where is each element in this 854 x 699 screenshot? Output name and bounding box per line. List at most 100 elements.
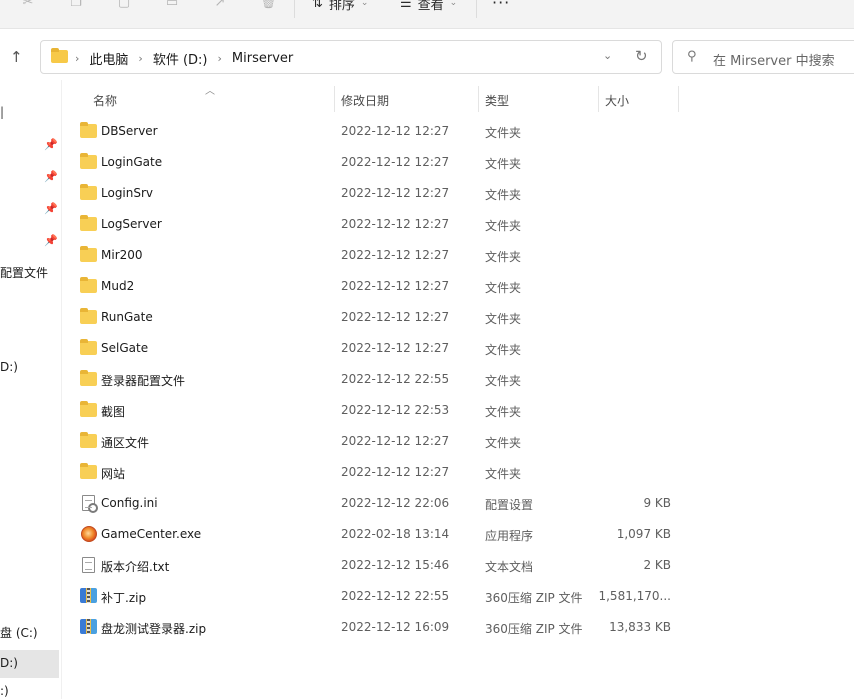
view-button[interactable]: ☰ 查看 ⌄ bbox=[400, 0, 458, 13]
file-name: SelGate bbox=[101, 341, 149, 355]
nav-item-selected[interactable]: D:) bbox=[0, 650, 59, 678]
column-header-type[interactable]: 类型 bbox=[485, 92, 509, 109]
file-date: 2022-12-12 12:27 bbox=[341, 248, 450, 262]
file-row[interactable]: 补丁.zip 2022-12-12 22:55 360压缩 ZIP 文件 1,581,… bbox=[62, 581, 682, 612]
folder-icon bbox=[80, 401, 97, 417]
address-dropdown-icon[interactable]: ⌄ bbox=[603, 49, 612, 62]
file-size: 13,833 KB bbox=[609, 620, 671, 634]
column-header-name[interactable]: 名称 bbox=[93, 92, 117, 109]
rename-icon[interactable]: ▭ bbox=[164, 0, 180, 10]
file-name: 版本介绍.txt bbox=[101, 560, 170, 574]
folder-icon bbox=[80, 432, 97, 448]
file-row[interactable]: 登录器配置文件 2022-12-12 22:55 文件夹 bbox=[62, 364, 682, 395]
exe-app-icon bbox=[81, 526, 97, 542]
nav-item-drive-d[interactable]: D:) bbox=[0, 360, 18, 374]
nav-item-cut[interactable]: | bbox=[0, 105, 4, 119]
file-size: 1,581,170... bbox=[598, 589, 671, 603]
file-date: 2022-12-12 12:27 bbox=[341, 465, 450, 479]
zip-archive-icon bbox=[80, 619, 97, 634]
folder-icon bbox=[80, 339, 97, 355]
chevron-down-icon: ⌄ bbox=[360, 0, 369, 8]
file-row[interactable]: Mir200 2022-12-12 12:27 文件夹 bbox=[62, 240, 682, 271]
file-row[interactable]: GameCenter.exe 2022-02-18 13:14 应用程序 1,097 … bbox=[62, 519, 682, 550]
paste-icon[interactable]: ▢ bbox=[116, 0, 132, 10]
file-row[interactable]: LoginGate 2022-12-12 12:27 文件夹 bbox=[62, 147, 682, 178]
file-date: 2022-12-12 22:53 bbox=[341, 403, 450, 417]
column-divider[interactable] bbox=[334, 86, 335, 112]
chevron-right-icon[interactable]: › bbox=[218, 52, 222, 65]
copy-icon[interactable]: ❐ bbox=[68, 0, 84, 10]
pin-icon[interactable]: 📌 bbox=[44, 234, 58, 247]
file-type: 应用程序 bbox=[485, 529, 534, 543]
column-header-size[interactable]: 大小 bbox=[605, 92, 629, 109]
file-row[interactable]: SelGate 2022-12-12 12:27 文件夹 bbox=[62, 333, 682, 364]
breadcrumb-mirserver[interactable]: Mirserver bbox=[232, 51, 293, 66]
delete-icon[interactable]: 🗑 bbox=[260, 0, 277, 10]
file-row[interactable]: Mud2 2022-12-12 12:27 文件夹 bbox=[62, 271, 682, 302]
toolbar-divider bbox=[294, 0, 295, 18]
file-row[interactable]: RunGate 2022-12-12 12:27 文件夹 bbox=[62, 302, 682, 333]
breadcrumb-this-pc[interactable]: 此电脑 bbox=[89, 49, 128, 68]
file-row[interactable]: LogServer 2022-12-12 12:27 文件夹 bbox=[62, 209, 682, 240]
navigation-pane: | 📌 📌 📌 📌 配置文件 D:) 盘 (C:) bbox=[0, 80, 62, 699]
up-arrow-icon[interactable]: ↑ bbox=[10, 48, 23, 66]
column-divider[interactable] bbox=[478, 86, 479, 112]
command-bar: ✂ ❐ ▢ ▭ ↗ 🗑 ⇅ 排序 ⌄ ☰ 查看 ⌄ ··· bbox=[0, 0, 854, 29]
nav-item-config-files[interactable]: 配置文件 bbox=[0, 264, 48, 281]
chevron-down-icon: ⌄ bbox=[449, 0, 458, 8]
file-row[interactable]: DBServer 2022-12-12 12:27 文件夹 bbox=[62, 116, 682, 147]
file-row[interactable]: Config.ini 2022-12-12 22:06 配置设置 9 KB bbox=[62, 488, 682, 519]
file-name: GameCenter.exe bbox=[101, 527, 202, 541]
folder-icon bbox=[80, 463, 97, 479]
file-type: 文件夹 bbox=[485, 343, 522, 357]
breadcrumb-drive-d[interactable]: 软件 (D:) bbox=[153, 49, 208, 68]
nav-item-drive-e[interactable]: :) bbox=[0, 684, 9, 698]
folder-icon bbox=[51, 48, 68, 63]
text-file-icon bbox=[82, 557, 95, 573]
file-type: 360压缩 ZIP 文件 bbox=[485, 622, 583, 636]
file-type: 文件夹 bbox=[485, 157, 522, 171]
search-icon: ⚲ bbox=[687, 49, 697, 64]
file-row[interactable]: 网站 2022-12-12 12:27 文件夹 bbox=[62, 457, 682, 488]
sort-button[interactable]: ⇅ 排序 ⌄ bbox=[312, 0, 369, 13]
breadcrumb: › 此电脑 › 软件 (D:) › Mirserver bbox=[75, 49, 293, 68]
file-type: 文件夹 bbox=[485, 312, 522, 326]
column-divider[interactable] bbox=[678, 86, 679, 112]
column-header-date[interactable]: 修改日期 bbox=[341, 92, 389, 109]
search-box[interactable]: ⚲ 在 Mirserver 中搜索 bbox=[672, 40, 854, 74]
pin-icon[interactable]: 📌 bbox=[44, 170, 58, 183]
nav-item-drive-c[interactable]: 盘 (C:) bbox=[0, 624, 38, 641]
more-options-button[interactable]: ··· bbox=[492, 0, 510, 12]
address-bar[interactable]: › 此电脑 › 软件 (D:) › Mirserver ⌄ ↻ bbox=[40, 40, 662, 74]
file-name: 网站 bbox=[101, 467, 126, 481]
folder-icon bbox=[80, 246, 97, 262]
pin-icon[interactable]: 📌 bbox=[44, 138, 58, 151]
file-date: 2022-12-12 12:27 bbox=[341, 217, 450, 231]
file-row[interactable]: 截图 2022-12-12 22:53 文件夹 bbox=[62, 395, 682, 426]
file-type: 文件夹 bbox=[485, 219, 522, 233]
refresh-icon[interactable]: ↻ bbox=[635, 47, 648, 65]
file-type: 文本文档 bbox=[485, 560, 534, 574]
file-type: 文件夹 bbox=[485, 250, 522, 264]
file-name: 登录器配置文件 bbox=[101, 374, 186, 388]
file-date: 2022-12-12 12:27 bbox=[341, 155, 450, 169]
nav-item-drive-d-selected: D:) bbox=[0, 656, 18, 670]
cut-icon[interactable]: ✂ bbox=[20, 0, 36, 10]
sort-ascending-icon: ︿ bbox=[205, 86, 215, 97]
pin-icon[interactable]: 📌 bbox=[44, 202, 58, 215]
file-row[interactable]: LoginSrv 2022-12-12 12:27 文件夹 bbox=[62, 178, 682, 209]
file-date: 2022-12-12 12:27 bbox=[341, 310, 450, 324]
share-icon[interactable]: ↗ bbox=[212, 0, 228, 10]
view-icon: ☰ bbox=[400, 0, 412, 11]
chevron-right-icon[interactable]: › bbox=[138, 52, 142, 65]
file-row[interactable]: 通区文件 2022-12-12 12:27 文件夹 bbox=[62, 426, 682, 457]
file-name: 通区文件 bbox=[101, 436, 150, 450]
file-date: 2022-12-12 12:27 bbox=[341, 124, 450, 138]
file-row[interactable]: 版本介绍.txt 2022-12-12 15:46 文本文档 2 KB bbox=[62, 550, 682, 581]
file-row[interactable]: 盘龙测试登录器.zip 2022-12-12 16:09 360压缩 ZIP 文件 1… bbox=[62, 612, 682, 643]
file-date: 2022-12-12 12:27 bbox=[341, 279, 450, 293]
file-name: 盘龙测试登录器.zip bbox=[101, 622, 207, 636]
column-divider[interactable] bbox=[598, 86, 599, 112]
chevron-right-icon: › bbox=[75, 52, 80, 65]
file-date: 2022-12-12 16:09 bbox=[341, 620, 450, 634]
